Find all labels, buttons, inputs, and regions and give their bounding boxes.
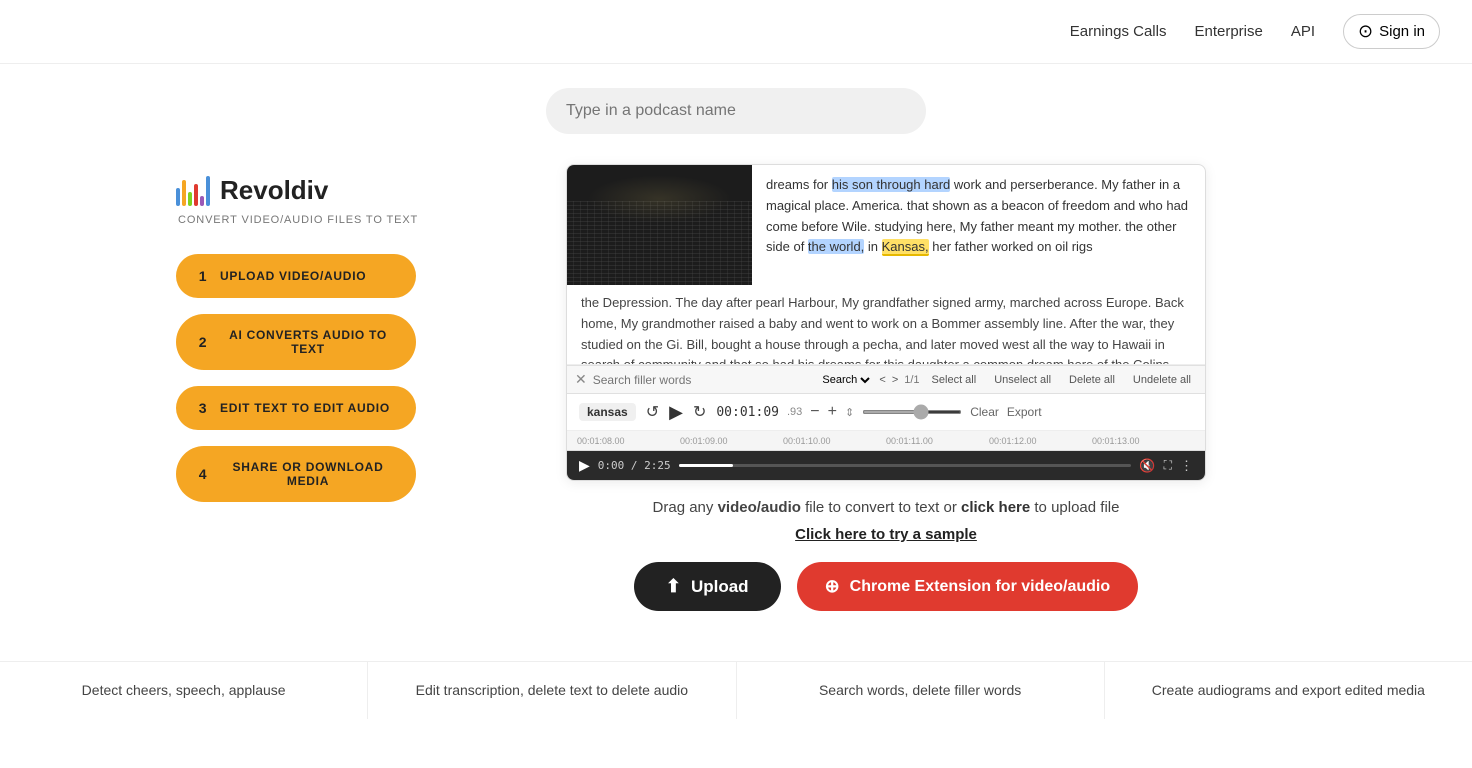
vp-time: 0:00 / 2:25 <box>598 459 671 472</box>
left-panel: Revoldiv Convert video/audio files to te… <box>176 164 436 641</box>
chrome-btn-label: Chrome Extension for video/audio <box>850 578 1110 596</box>
search-type-dropdown[interactable]: Search <box>818 373 873 387</box>
sample-link[interactable]: Click here to try a sample <box>795 526 977 543</box>
logo-bar-5 <box>200 196 204 206</box>
step-2-label: AI converts audio to text <box>220 328 396 356</box>
sample-link-section: Click here to try a sample <box>795 522 977 562</box>
highlight-kansas: Kansas, <box>882 239 929 256</box>
upload-link[interactable]: click here <box>961 499 1030 516</box>
step-4-label: Share or download media <box>220 460 396 488</box>
undelete-all-btn[interactable]: Undelete all <box>1127 372 1197 388</box>
audio-controls: kansas ↺ ▶ ↻ 00:01:09 .93 − + ⇕ Clear Ex… <box>567 394 1205 431</box>
step-3-label: Edit text to edit audio <box>220 401 390 415</box>
step-3-button[interactable]: 3 Edit text to edit audio <box>176 386 416 430</box>
timeline-marker-1: 00:01:09.00 <box>680 436 783 446</box>
right-panel: dreams for his son through hard work and… <box>476 164 1296 641</box>
step-2-button[interactable]: 2 AI converts audio to text <box>176 314 416 370</box>
time-display: 00:01:09 <box>716 405 779 420</box>
drag-area: Drag any video/audio file to convert to … <box>653 481 1120 522</box>
step-1-num: 1 <box>196 268 210 284</box>
logo-bar-2 <box>182 180 186 206</box>
logo-bar-4 <box>194 184 198 206</box>
logo-bar-6 <box>206 176 210 206</box>
chrome-icon: ⊕ <box>825 576 840 597</box>
step-2-num: 2 <box>196 334 210 350</box>
feature-1: Detect cheers, speech, applause <box>0 662 368 719</box>
speed-minus-btn[interactable]: − <box>810 403 819 421</box>
feature-3: Search words, delete filler words <box>737 662 1105 719</box>
logo-icon <box>176 174 210 206</box>
mute-icon[interactable]: 🔇 <box>1139 458 1155 474</box>
export-btn[interactable]: Export <box>1007 405 1042 419</box>
demo-transcript-body: the Depression. The day after pearl Harb… <box>567 285 1205 365</box>
vp-progress-fill <box>679 464 733 467</box>
video-player-row: ▶ 0:00 / 2:25 🔇 ⛶ ⋮ <box>567 451 1205 480</box>
account-icon: ⊙ <box>1358 21 1373 42</box>
volume-slider[interactable] <box>862 410 962 414</box>
upload-btn-label: Upload <box>691 577 749 597</box>
vp-icons: 🔇 ⛶ ⋮ <box>1139 458 1193 474</box>
loop-btn[interactable]: ↻ <box>691 400 708 424</box>
more-options-icon[interactable]: ⋮ <box>1180 458 1193 474</box>
chrome-extension-button[interactable]: ⊕ Chrome Extension for video/audio <box>797 562 1139 611</box>
prev-result-icon[interactable]: < <box>879 374 885 386</box>
demo-box: dreams for his son through hard work and… <box>566 164 1206 481</box>
features-row: Detect cheers, speech, applause Edit tra… <box>0 661 1472 719</box>
timeline-marker-0: 00:01:08.00 <box>577 436 680 446</box>
play-btn[interactable]: ▶ <box>669 402 683 423</box>
fullscreen-icon[interactable]: ⛶ <box>1164 458 1172 473</box>
search-section <box>0 64 1472 144</box>
rewind-btn[interactable]: ↺ <box>644 400 661 424</box>
step-1-button[interactable]: 1 Upload video/audio <box>176 254 416 298</box>
logo: Revoldiv <box>176 174 436 206</box>
cta-row: ⬆ Upload ⊕ Chrome Extension for video/au… <box>634 562 1138 611</box>
unselect-all-btn[interactable]: Unselect all <box>988 372 1057 388</box>
select-all-btn[interactable]: Select all <box>926 372 983 388</box>
demo-search-row: ✕ Search < > 1/1 Select all Unselect all… <box>567 365 1205 394</box>
timeline-marker-4: 00:01:12.00 <box>989 436 1092 446</box>
vp-progress-bar[interactable] <box>679 464 1132 467</box>
nav-earnings-calls[interactable]: Earnings Calls <box>1070 23 1167 40</box>
feature-2: Edit transcription, delete text to delet… <box>368 662 736 719</box>
step-1-label: Upload video/audio <box>220 269 366 283</box>
demo-transcript: dreams for his son through hard work and… <box>752 165 1205 285</box>
logo-bar-1 <box>176 188 180 206</box>
sign-in-button[interactable]: ⊙ Sign in <box>1343 14 1440 49</box>
demo-top-row: dreams for his son through hard work and… <box>567 165 1205 285</box>
current-word-label: kansas <box>579 403 636 421</box>
search-clear-icon[interactable]: ✕ <box>575 371 587 388</box>
clear-btn[interactable]: Clear <box>970 405 999 419</box>
drag-text: Drag any video/audio file to convert to … <box>653 499 1120 516</box>
highlight-his-son: his son through hard <box>832 177 951 192</box>
filler-words-search[interactable] <box>593 373 813 387</box>
next-result-icon[interactable]: > <box>892 374 898 386</box>
timeline-marker-2: 00:01:10.00 <box>783 436 886 446</box>
step-4-num: 4 <box>196 466 210 482</box>
main-content: Revoldiv Convert video/audio files to te… <box>136 144 1336 661</box>
timeline-marker-3: 00:01:11.00 <box>886 436 989 446</box>
feature-4: Create audiograms and export edited medi… <box>1105 662 1472 719</box>
navbar: Earnings Calls Enterprise API ⊙ Sign in <box>0 0 1472 64</box>
search-count: 1/1 <box>904 374 919 386</box>
timeline-bar: 00:01:08.00 00:01:09.00 00:01:10.00 00:0… <box>567 431 1205 451</box>
upload-cta-button[interactable]: ⬆ Upload <box>634 562 781 611</box>
podcast-search-input[interactable] <box>546 88 926 134</box>
speed-plus-btn[interactable]: + <box>828 403 837 421</box>
step-3-num: 3 <box>196 400 210 416</box>
tagline: Convert video/audio files to text <box>178 214 436 226</box>
timeline-marker-5: 00:01:13.00 <box>1092 436 1195 446</box>
confidence: .93 <box>787 406 802 418</box>
nav-enterprise[interactable]: Enterprise <box>1194 23 1262 40</box>
delete-all-btn[interactable]: Delete all <box>1063 372 1121 388</box>
nav-api[interactable]: API <box>1291 23 1315 40</box>
highlight-world: the world, <box>808 239 864 254</box>
demo-video <box>567 165 752 285</box>
logo-bar-3 <box>188 192 192 206</box>
upload-icon: ⬆ <box>666 576 681 597</box>
logo-title: Revoldiv <box>220 175 328 206</box>
vp-play-btn[interactable]: ▶ <box>579 457 590 474</box>
step-4-button[interactable]: 4 Share or download media <box>176 446 416 502</box>
speed-expand-icon: ⇕ <box>845 406 854 419</box>
